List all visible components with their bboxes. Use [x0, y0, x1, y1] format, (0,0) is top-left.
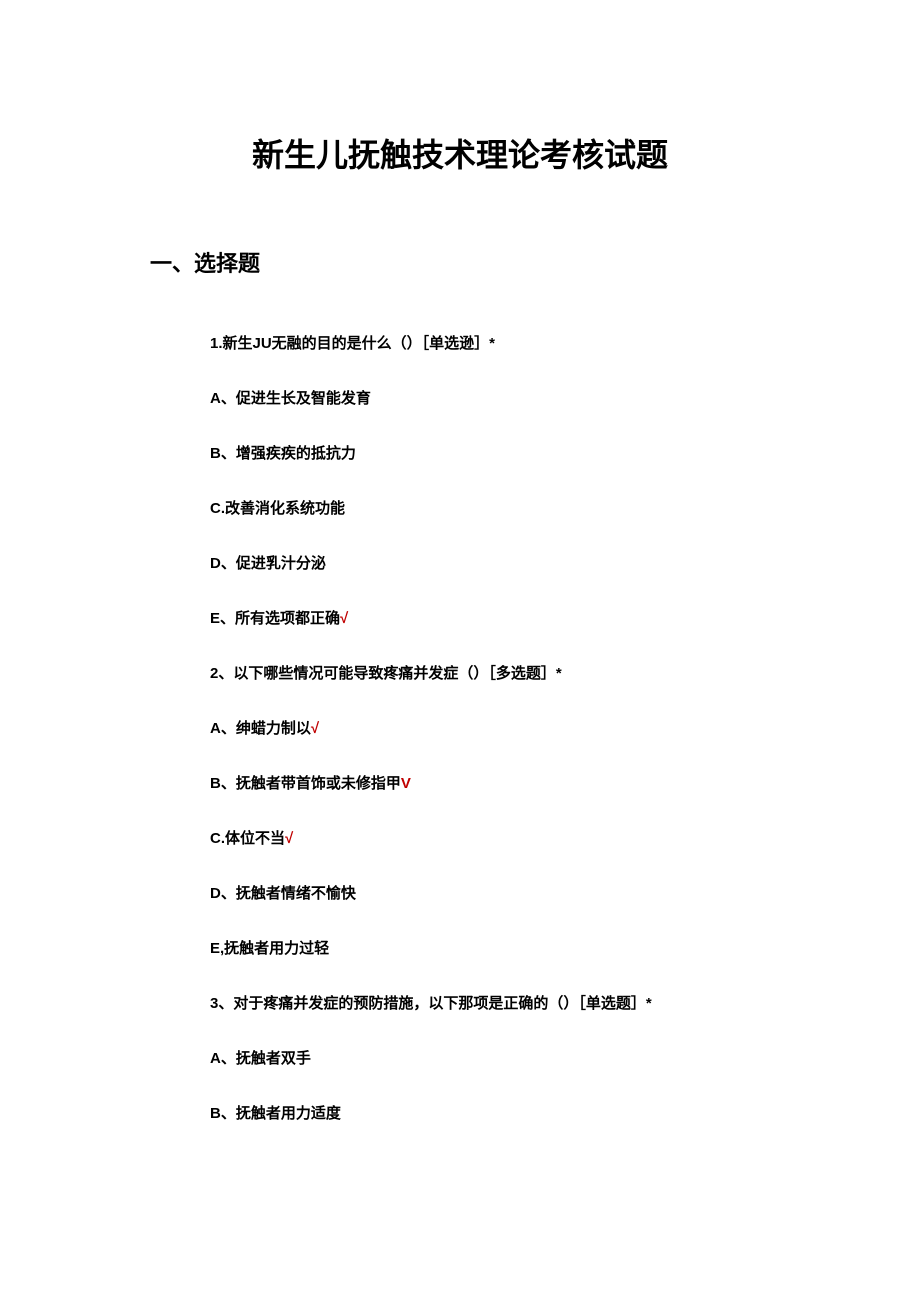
line-8-text: B、抚触者带首饰或未修指甲	[210, 775, 401, 792]
line-1-text: A、促进生长及智能发育	[210, 390, 371, 407]
line-11-text: E,抚触者用力过轻	[210, 940, 329, 957]
line-0: 1.新生JU无融的目的是什么（）［单选逊］*	[210, 333, 770, 354]
line-2: B、增强疾疾的抵抗力	[210, 443, 770, 464]
line-13: A、抚触者双手	[210, 1048, 770, 1069]
line-5-check: √	[340, 610, 348, 627]
line-13-text: A、抚触者双手	[210, 1050, 311, 1067]
line-11: E,抚触者用力过轻	[210, 938, 770, 959]
section-header: 一、选择题	[150, 246, 770, 278]
line-8: B、抚触者带首饰或未修指甲V	[210, 773, 770, 794]
line-3: C.改善消化系统功能	[210, 498, 770, 519]
line-14-text: B、抚触者用力适度	[210, 1105, 341, 1122]
line-7-check: √	[311, 720, 319, 737]
line-5: E、所有选项都正确√	[210, 608, 770, 629]
line-10: D、抚触者情绪不愉快	[210, 883, 770, 904]
line-2-text: B、增强疾疾的抵抗力	[210, 445, 356, 462]
line-6: 2、以下哪些情况可能导致疼痛并发症（）［多选题］*	[210, 663, 770, 684]
line-1: A、促进生长及智能发育	[210, 388, 770, 409]
line-4: D、促进乳汁分泌	[210, 553, 770, 574]
line-0-text: 1.新生JU无融的目的是什么（）［单选逊］*	[210, 335, 495, 352]
line-3-text: C.改善消化系统功能	[210, 500, 345, 517]
line-9: C.体位不当√	[210, 828, 770, 849]
line-4-text: D、促进乳汁分泌	[210, 555, 326, 572]
line-9-check: √	[285, 830, 293, 847]
line-5-text: E、所有选项都正确	[210, 610, 340, 627]
line-6-text: 2、以下哪些情况可能导致疼痛并发症（）［多选题］*	[210, 665, 562, 682]
line-8-check: V	[401, 775, 411, 792]
line-7: A、绅蜡力制以√	[210, 718, 770, 739]
line-9-text: C.体位不当	[210, 830, 285, 847]
line-7-text: A、绅蜡力制以	[210, 720, 311, 737]
line-12-text: 3、对于疼痛并发症的预防措施，以下那项是正确的（）［单选题］*	[210, 995, 652, 1012]
page-title: 新生儿抚触技术理论考核试题	[150, 130, 770, 176]
line-10-text: D、抚触者情绪不愉快	[210, 885, 356, 902]
line-14: B、抚触者用力适度	[210, 1103, 770, 1124]
question-content: 1.新生JU无融的目的是什么（）［单选逊］* A、促进生长及智能发育 B、增强疾…	[150, 333, 770, 1124]
line-12: 3、对于疼痛并发症的预防措施，以下那项是正确的（）［单选题］*	[210, 993, 770, 1014]
